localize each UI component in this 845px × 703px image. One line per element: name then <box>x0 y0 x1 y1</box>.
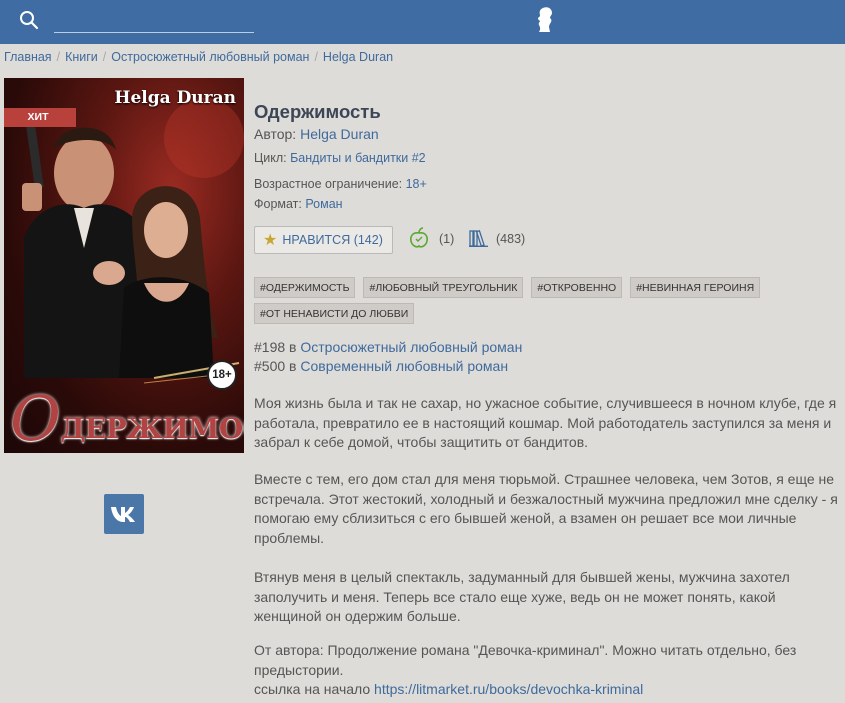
rewards-count: (1) <box>439 232 455 246</box>
cycle-line: Цикл: Бандиты и бандитки #2 <box>254 151 426 165</box>
breadcrumb-home[interactable]: Главная <box>4 50 52 64</box>
age-link[interactable]: 18+ <box>406 177 427 191</box>
rank-position: #198 в <box>254 339 297 355</box>
breadcrumb-genre[interactable]: Остросюжетный любовный роман <box>111 50 309 64</box>
top-navigation-bar <box>0 0 845 44</box>
description-paragraph: Втянув меня в целый спектакль, задуманны… <box>254 569 790 624</box>
description-paragraph: От автора: Продолжение романа "Девочка-к… <box>254 641 838 700</box>
like-button-label: НРАВИТСЯ (142) <box>282 233 383 247</box>
tag[interactable]: #ЛЮБОВНЫЙ ТРЕУГОЛЬНИК <box>363 277 524 298</box>
breadcrumb-separator: / <box>314 50 318 64</box>
book-cover[interactable]: Helga Duran ОДЕРЖИМОСТЬ ХИТ 18+ <box>4 78 244 453</box>
age-line: Возрастное ограничение: 18+ <box>254 177 427 191</box>
cycle-label: Цикл: <box>254 151 287 165</box>
library-count: (483) <box>496 232 526 246</box>
tag[interactable]: #ОТ НЕНАВИСТИ ДО ЛЮБВИ <box>254 303 415 324</box>
rank-line: #500 в Современный любовный роман <box>254 358 508 374</box>
author-link[interactable]: Helga Duran <box>300 126 379 142</box>
age-label: Возрастное ограничение: <box>254 177 403 191</box>
breadcrumb-separator: / <box>102 50 107 64</box>
cover-author: Helga Duran <box>114 88 236 108</box>
cover-title: ОДЕРЖИМОСТЬ <box>10 388 244 450</box>
author-line: Автор: Helga Duran <box>254 126 379 142</box>
format-line: Формат: Роман <box>254 197 343 211</box>
search-icon[interactable] <box>18 9 40 31</box>
rank-line: #198 в Остросюжетный любовный роман <box>254 339 522 355</box>
breadcrumb-author[interactable]: Helga Duran <box>323 50 393 64</box>
reward-icon[interactable] <box>407 226 431 250</box>
format-label: Формат: <box>254 197 302 211</box>
author-note: От автора: Продолжение романа "Девочка-к… <box>254 642 797 678</box>
library-books-icon[interactable] <box>469 229 489 247</box>
description-paragraph: Вместе с тем, его дом стал для меня тюрь… <box>254 471 838 546</box>
cycle-link[interactable]: Бандиты и бандитки #2 <box>290 151 426 165</box>
breadcrumb-separator: / <box>56 50 61 64</box>
link-prefix: ссылка на начало <box>254 681 371 697</box>
prequel-link[interactable]: https://litmarket.ru/books/devochka-krim… <box>374 681 643 697</box>
search-input[interactable] <box>54 6 254 33</box>
vk-icon <box>111 507 135 522</box>
rank-category-link[interactable]: Современный любовный роман <box>300 358 508 374</box>
format-link[interactable]: Роман <box>305 197 342 211</box>
cover-title-rest: ДЕРЖИМОСТЬ <box>60 412 244 445</box>
hit-badge: ХИТ <box>4 108 76 127</box>
book-title: Одержимость <box>254 101 381 122</box>
tag[interactable]: #НЕВИННАЯ ГЕРОИНЯ <box>630 277 761 298</box>
pushkin-profile-icon[interactable] <box>534 6 556 34</box>
rank-position: #500 в <box>254 358 297 374</box>
age-rating-badge: 18+ <box>207 360 237 390</box>
like-button[interactable]: ★ НРАВИТСЯ (142) <box>254 226 393 254</box>
tag[interactable]: #ОТКРОВЕННО <box>531 277 623 298</box>
star-icon: ★ <box>263 232 278 249</box>
tag-list: #ОДЕРЖИМОСТЬ #ЛЮБОВНЫЙ ТРЕУГОЛЬНИК #ОТКРОВ… <box>254 277 814 329</box>
cover-title-initial: О <box>10 382 61 453</box>
author-label: Автор: <box>254 126 297 142</box>
tag[interactable]: #ОДЕРЖИМОСТЬ <box>254 277 356 298</box>
rank-category-link[interactable]: Остросюжетный любовный роман <box>300 339 522 355</box>
breadcrumb-books[interactable]: Книги <box>65 50 98 64</box>
vk-share-button[interactable] <box>104 494 144 534</box>
description-paragraph: Моя жизнь была и так не сахар, но ужасно… <box>254 395 837 450</box>
breadcrumb: Главная / Книги / Остросюжетный любовный ром… <box>4 50 393 64</box>
